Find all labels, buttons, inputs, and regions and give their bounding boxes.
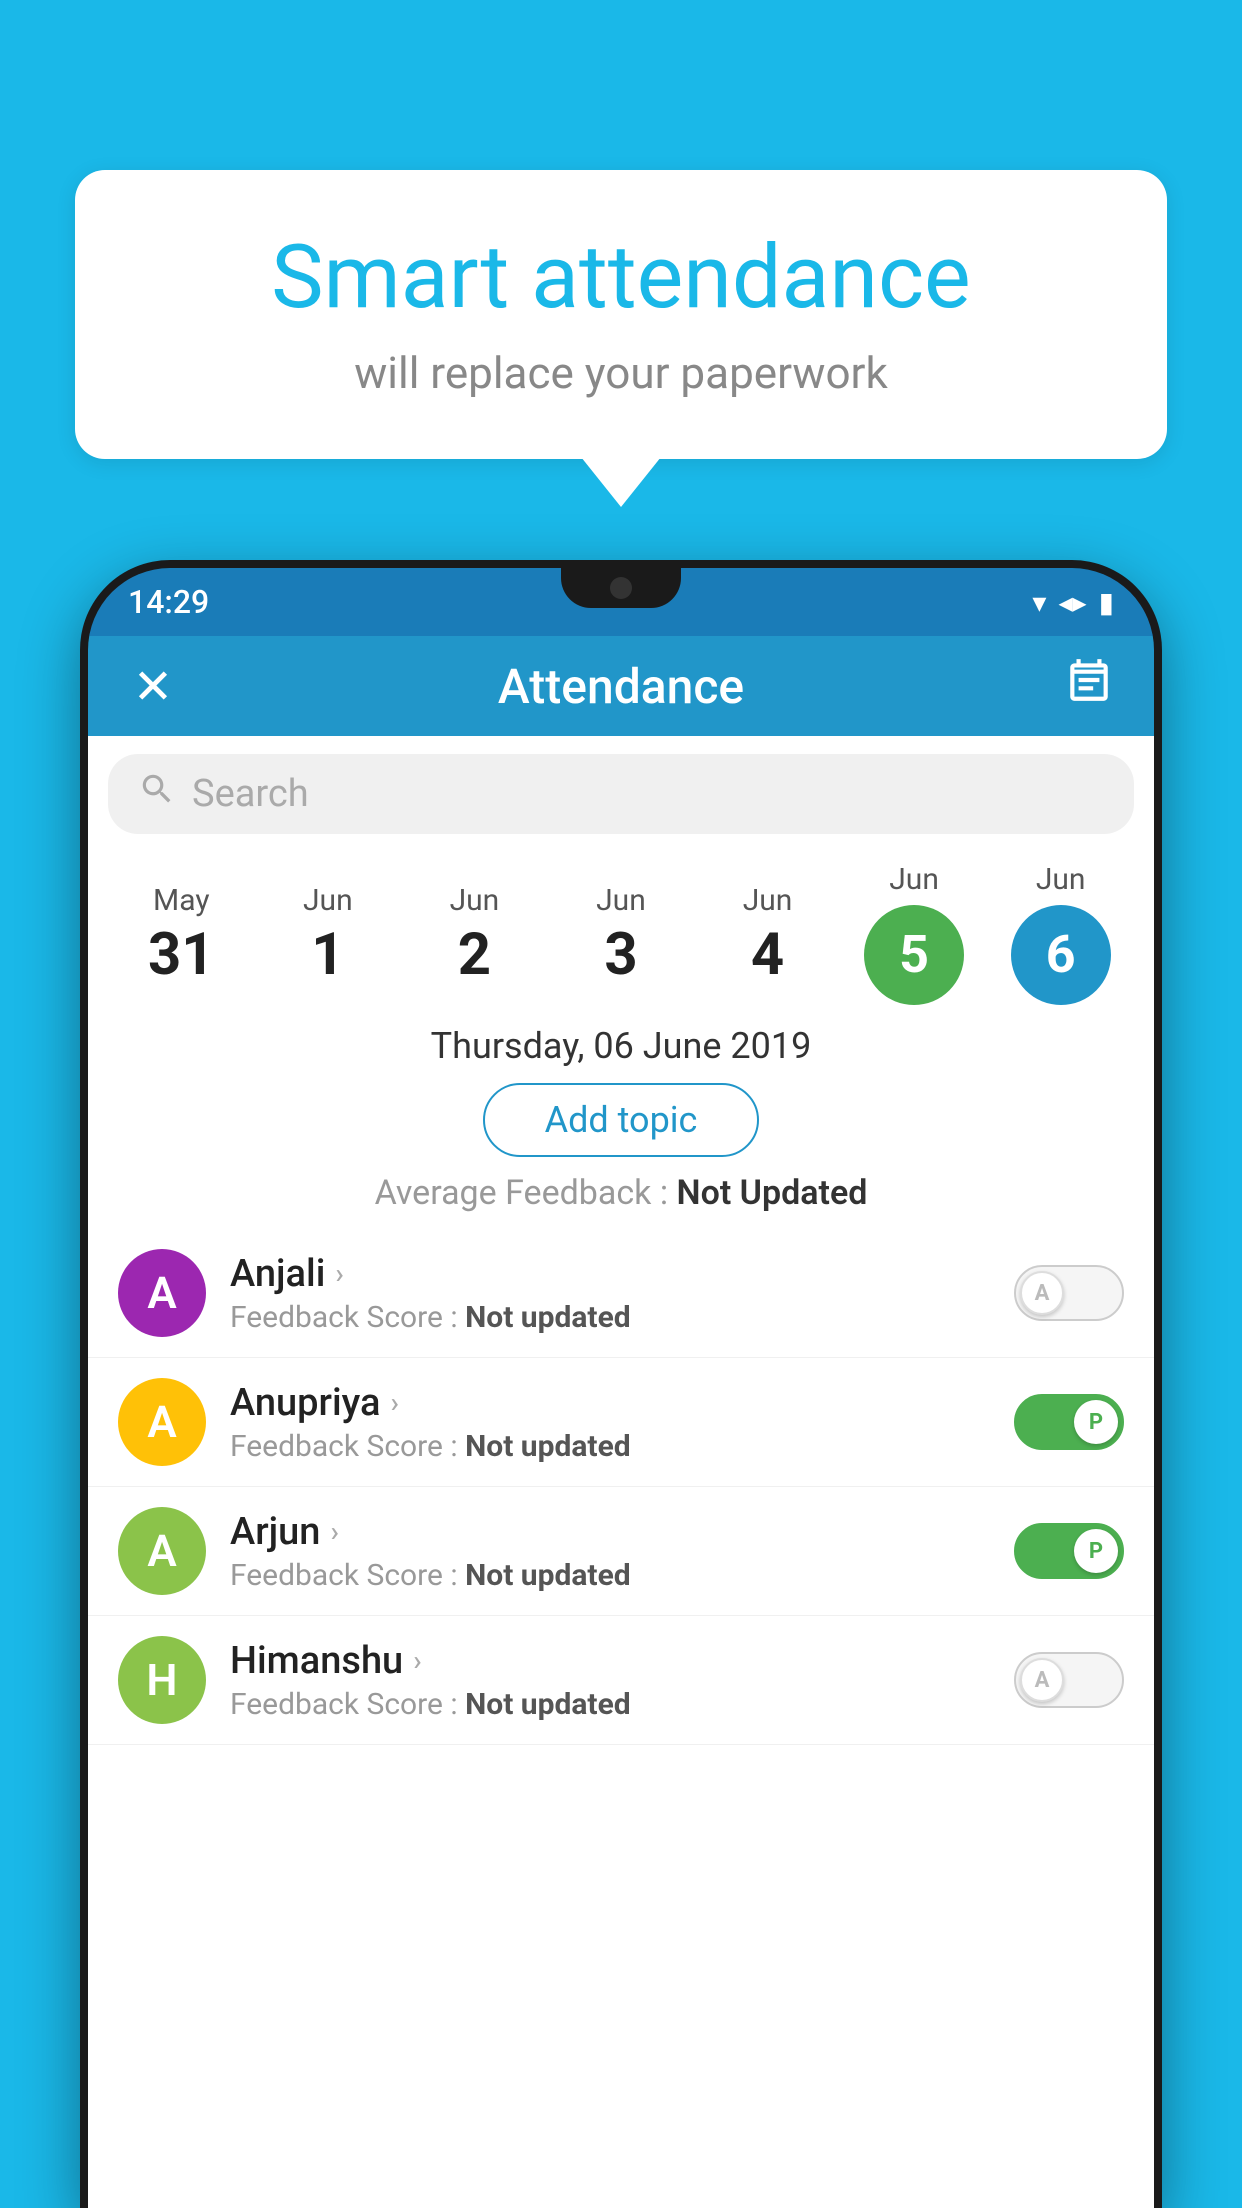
student-info: Anjali › Feedback Score : Not updated [230,1252,990,1335]
date-number: 4 [751,926,784,984]
bubble-subtitle: will replace your paperwork [135,347,1107,399]
phone-frame: 14:29 ▾ ◂▸ ▮ ✕ Attendance [80,560,1162,2208]
toggle-switch[interactable]: A [1014,1265,1124,1321]
attendance-toggle[interactable]: P [1014,1394,1124,1450]
chevron-right-icon: › [390,1386,398,1419]
speech-bubble: Smart attendance will replace your paper… [75,170,1167,459]
chevron-right-icon: › [335,1257,343,1290]
student-item[interactable]: A Anupriya › Feedback Score : Not updated P [88,1358,1154,1487]
date-month: Jun [596,883,646,918]
date-item-3[interactable]: Jun 3 [561,883,681,984]
app-bar: ✕ Attendance [88,636,1154,736]
signal-icon: ◂▸ [1058,586,1086,619]
status-icons: ▾ ◂▸ ▮ [1032,586,1114,619]
close-icon[interactable]: ✕ [123,658,183,715]
selected-date-text: Thursday, 06 June 2019 [88,1005,1154,1083]
avatar: A [118,1378,206,1466]
date-number: 5 [899,929,929,981]
avg-feedback-label: Average Feedback : [375,1173,669,1213]
date-item-2[interactable]: Jun 2 [414,883,534,984]
attendance-toggle[interactable]: A [1014,1265,1124,1321]
student-item[interactable]: A Anjali › Feedback Score : Not updated A [88,1229,1154,1358]
chevron-right-icon: › [330,1515,338,1548]
student-info: Anupriya › Feedback Score : Not updated [230,1381,990,1464]
toggle-switch[interactable]: P [1014,1523,1124,1579]
attendance-toggle[interactable]: P [1014,1523,1124,1579]
date-month: Jun [743,883,793,918]
date-number: 1 [311,926,344,984]
wifi-icon: ▾ [1032,586,1046,619]
phone-inner: 14:29 ▾ ◂▸ ▮ ✕ Attendance [88,568,1154,2208]
date-item-5[interactable]: Jun 5 [854,862,974,1005]
avatar: A [118,1507,206,1595]
date-month: Jun [450,883,500,918]
toggle-switch[interactable]: A [1014,1652,1124,1708]
status-time: 14:29 [128,583,209,621]
search-bar[interactable]: Search [108,754,1134,834]
phone-notch [561,568,681,608]
date-number: 31 [148,926,215,984]
student-item[interactable]: H Himanshu › Feedback Score : Not updated A [88,1616,1154,1745]
date-number: 2 [458,926,491,984]
attendance-toggle[interactable]: A [1014,1652,1124,1708]
toggle-knob: A [1020,1658,1064,1702]
date-row: May 31 Jun 1 Jun 2 Jun 3 Jun 4 Jun 5 Jun 6 [88,852,1154,1005]
camera-notch [610,577,632,599]
avg-feedback-value: Not Updated [677,1173,868,1213]
date-month: Jun [889,862,939,897]
calendar-icon[interactable] [1059,655,1119,717]
date-month: Jun [303,883,353,918]
date-item-1[interactable]: Jun 1 [268,883,388,984]
avatar: A [118,1249,206,1337]
screen-content: Search May 31 Jun 1 Jun 2 Jun 3 Jun 4 Jun 5 Jun 6 Thu… [88,736,1154,2208]
avatar: H [118,1636,206,1724]
student-feedback: Feedback Score : Not updated [230,1300,990,1335]
student-feedback: Feedback Score : Not updated [230,1429,990,1464]
date-month: May [153,883,209,918]
search-placeholder: Search [192,772,309,816]
date-item-31[interactable]: May 31 [121,883,241,984]
toggle-knob: A [1020,1271,1064,1315]
bubble-title: Smart attendance [135,230,1107,327]
toggle-switch[interactable]: P [1014,1394,1124,1450]
student-name: Anupriya › [230,1381,990,1425]
date-number: 3 [604,926,637,984]
date-item-6[interactable]: Jun 6 [1001,862,1121,1005]
add-topic-button[interactable]: Add topic [483,1083,760,1157]
app-title: Attendance [183,658,1059,715]
avg-feedback: Average Feedback : Not Updated [88,1173,1154,1229]
student-feedback: Feedback Score : Not updated [230,1558,990,1593]
toggle-knob: P [1074,1529,1118,1573]
student-name: Himanshu › [230,1639,990,1683]
date-item-4[interactable]: Jun 4 [708,883,828,984]
student-feedback: Feedback Score : Not updated [230,1687,990,1722]
student-item[interactable]: A Arjun › Feedback Score : Not updated P [88,1487,1154,1616]
student-name: Anjali › [230,1252,990,1296]
date-month: Jun [1036,862,1086,897]
student-info: Arjun › Feedback Score : Not updated [230,1510,990,1593]
student-list: AAnjali ›Feedback Score : Not updatedAAA… [88,1229,1154,1745]
chevron-right-icon: › [413,1644,421,1677]
search-icon [138,770,176,818]
student-name: Arjun › [230,1510,990,1554]
battery-icon: ▮ [1099,586,1114,619]
date-number: 6 [1046,929,1076,981]
toggle-knob: P [1074,1400,1118,1444]
student-info: Himanshu › Feedback Score : Not updated [230,1639,990,1722]
